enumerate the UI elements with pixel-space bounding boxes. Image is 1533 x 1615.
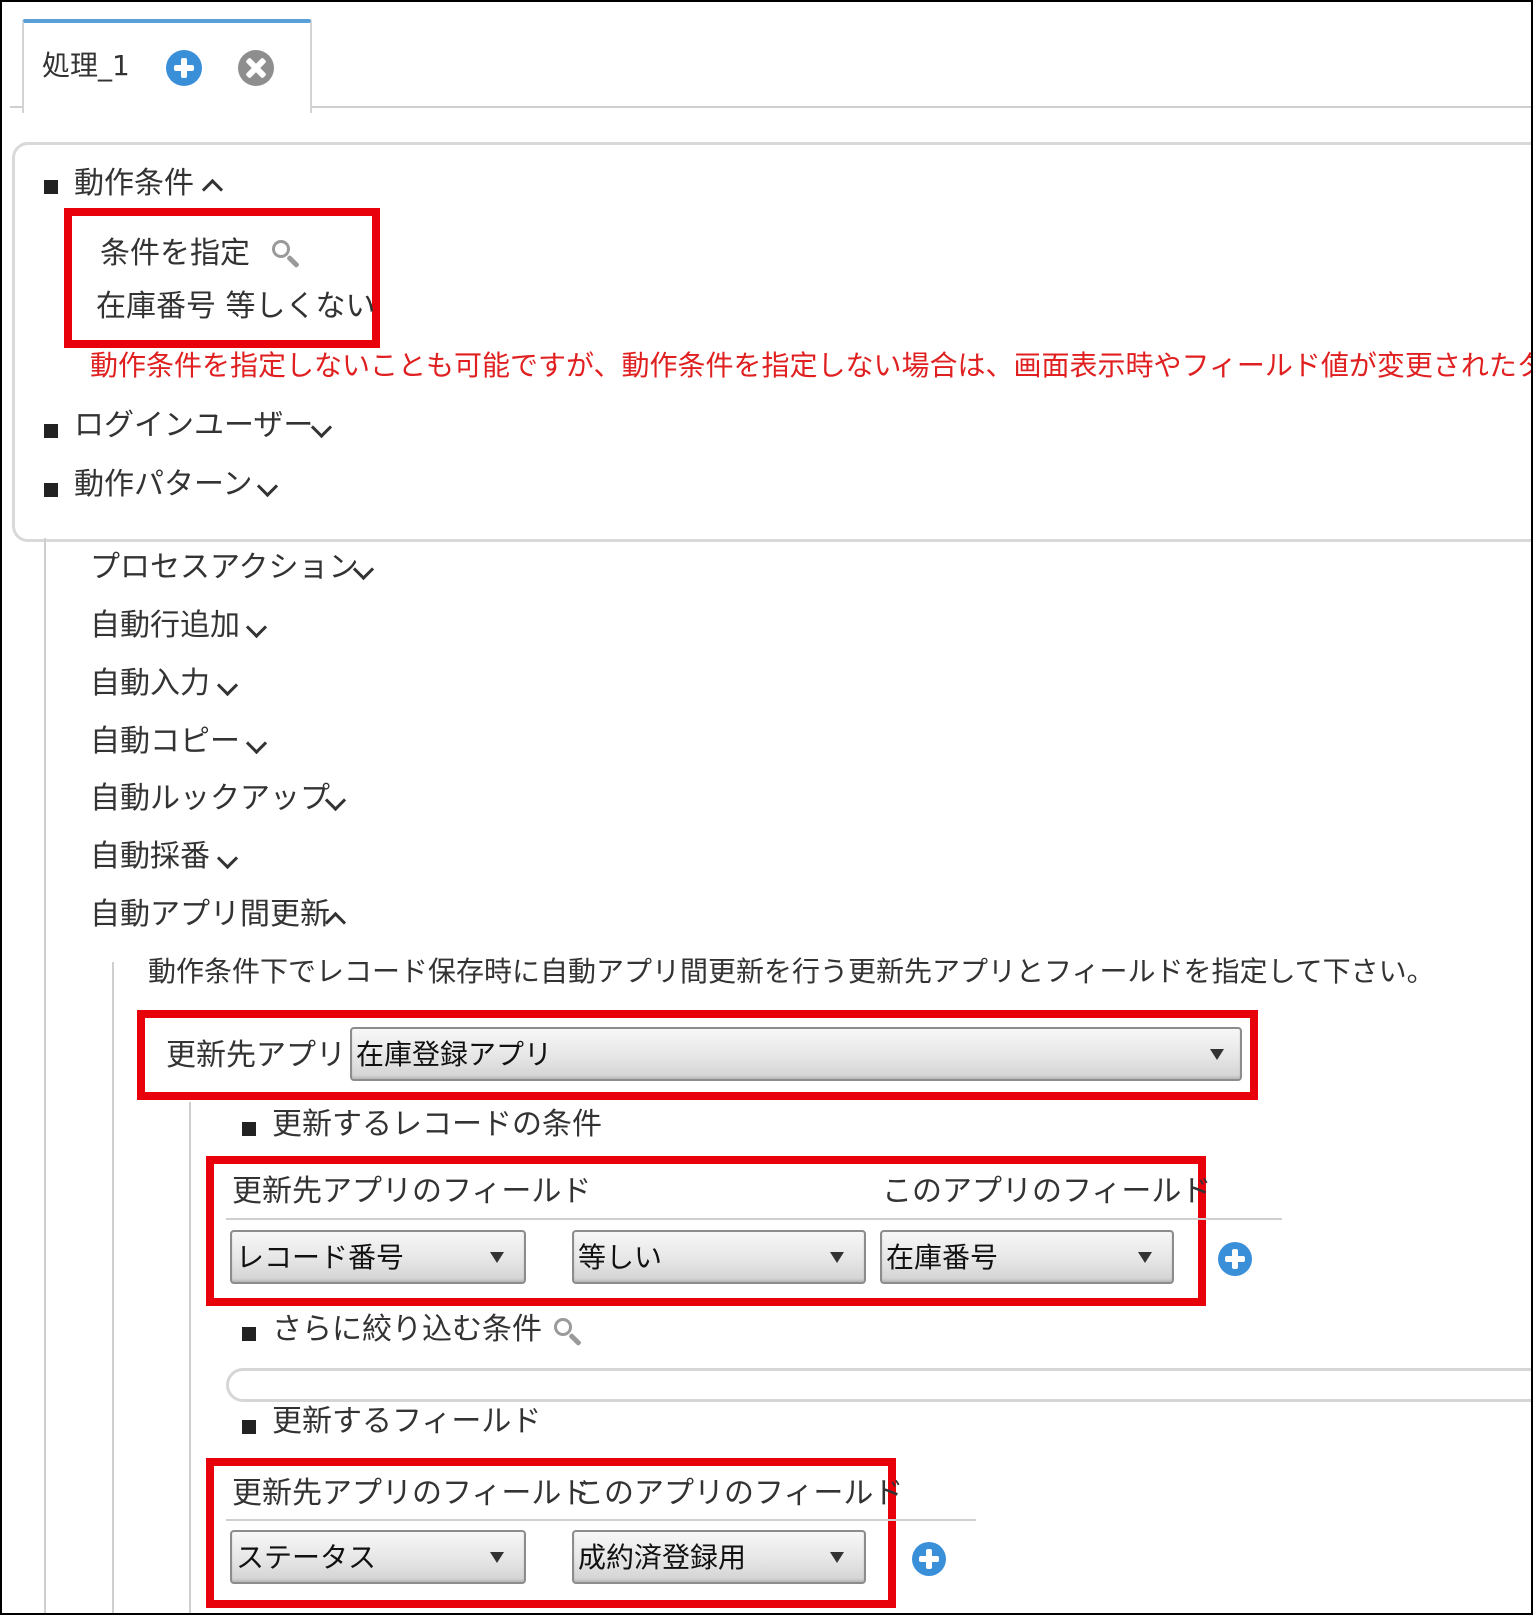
dropdown-arrow-icon [1210, 1049, 1224, 1060]
cond-field-value: レコード番号 [236, 1241, 405, 1274]
action-auto-app-update[interactable]: 自動アプリ間更新 [90, 895, 330, 935]
close-tab-icon[interactable] [238, 50, 274, 86]
upd-this-field-value: 成約済登録用 [578, 1541, 747, 1574]
screen-frame: 処理_1 動作条件 条件を指定 在庫番号 等しくない 動作条件を指定しないことも… [0, 0, 1533, 1615]
bullet-icon [242, 1122, 256, 1136]
action-auto-input[interactable]: 自動入力 [90, 664, 210, 704]
cond-operator-value: 等しい [578, 1241, 663, 1274]
section-title-login-user: ログインユーザー [74, 408, 314, 443]
cond-operator-select[interactable]: 等しい [572, 1230, 866, 1284]
action-auto-copy[interactable]: 自動コピー [90, 722, 240, 762]
add-update-field-icon[interactable] [912, 1542, 946, 1576]
upd-field-select[interactable]: ステータス [230, 1530, 526, 1584]
action-auto-lookup[interactable]: 自動ルックアップ [90, 779, 330, 819]
condition-spec-value: 在庫番号 等しくない [96, 289, 376, 324]
narrow-condition-title: さらに絞り込む条件 [272, 1312, 542, 1347]
target-app-select[interactable]: 在庫登録アプリ [350, 1027, 1242, 1081]
dropdown-arrow-icon [490, 1552, 504, 1563]
upd-header-right: このアプリのフィールド [574, 1476, 904, 1511]
tab-label: 処理_1 [42, 49, 130, 82]
bullet-icon [242, 1420, 256, 1434]
upd-this-field-select[interactable]: 成約済登録用 [572, 1530, 866, 1584]
upd-field-value: ステータス [236, 1541, 377, 1574]
add-tab-icon[interactable] [166, 50, 202, 86]
dropdown-arrow-icon [1138, 1252, 1152, 1263]
bullet-icon [44, 424, 58, 438]
action-process[interactable]: プロセスアクション [90, 548, 359, 588]
target-app-label: 更新先アプリ [166, 1038, 346, 1073]
condition-spec-label: 条件を指定 [100, 236, 250, 271]
tree-line [112, 962, 114, 1613]
chevron-down-icon[interactable] [216, 674, 239, 697]
cond-this-field-select[interactable]: 在庫番号 [880, 1230, 1174, 1284]
cond-header-left: 更新先アプリのフィールド [232, 1174, 592, 1209]
bullet-icon [242, 1327, 256, 1341]
add-condition-icon[interactable] [1218, 1242, 1252, 1276]
record-condition-title: 更新するレコードの条件 [272, 1107, 602, 1142]
dropdown-arrow-icon [490, 1252, 504, 1263]
chevron-down-icon[interactable] [216, 847, 239, 870]
header-divider [226, 1218, 1282, 1220]
search-icon[interactable] [554, 1318, 582, 1347]
warning-text: 動作条件を指定しないことも可能ですが、動作条件を指定しない場合は、画面表示時やフ… [90, 349, 1533, 382]
header-divider [226, 1519, 976, 1521]
action-auto-row-add[interactable]: 自動行追加 [90, 606, 240, 646]
update-fields-title: 更新するフィールド [272, 1404, 542, 1439]
cond-this-field-value: 在庫番号 [886, 1241, 999, 1274]
target-app-value: 在庫登録アプリ [356, 1038, 553, 1071]
search-icon[interactable] [272, 240, 300, 269]
tree-line [44, 538, 46, 1613]
section-title-pattern: 動作パターン [74, 467, 253, 502]
dropdown-arrow-icon [830, 1552, 844, 1563]
bullet-icon [44, 180, 58, 194]
section-title-conditions: 動作条件 [74, 166, 194, 201]
bullet-icon [44, 483, 58, 497]
tree-line [189, 1102, 191, 1613]
cond-header-right: このアプリのフィールド [882, 1174, 1212, 1209]
dropdown-arrow-icon [830, 1252, 844, 1263]
upd-header-left: 更新先アプリのフィールド [232, 1476, 592, 1511]
action-auto-numbering[interactable]: 自動採番 [90, 837, 210, 877]
chevron-down-icon[interactable] [245, 616, 268, 639]
narrow-condition-field[interactable] [226, 1368, 1531, 1402]
highlight-box-condition [64, 208, 380, 348]
auto-update-description: 動作条件下でレコード保存時に自動アプリ間更新を行う更新先アプリとフィールドを指定… [148, 955, 1435, 988]
chevron-down-icon[interactable] [245, 732, 268, 755]
cond-field-select[interactable]: レコード番号 [230, 1230, 526, 1284]
